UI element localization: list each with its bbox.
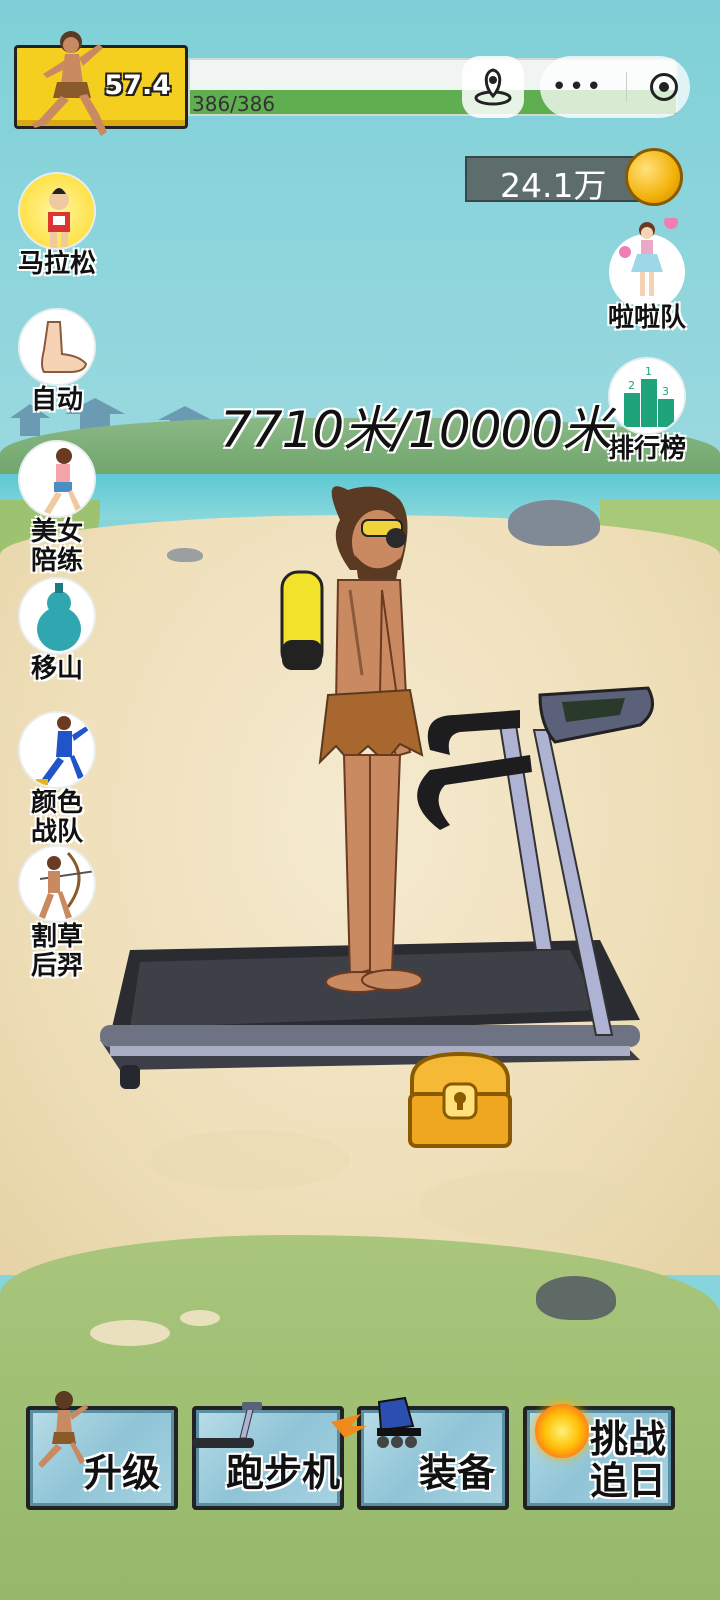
gold-coin-icon: [625, 148, 683, 206]
side-button-leaderboard[interactable]: 213 排行榜: [597, 357, 697, 464]
blue-runner-icon: [18, 711, 96, 789]
equipment-label: 装备: [419, 1451, 496, 1495]
svg-text:3: 3: [662, 385, 669, 398]
side-button-cheerleader[interactable]: 啦啦队: [597, 218, 697, 333]
side-label: 颜色战队: [30, 788, 83, 847]
sand-patch: [150, 1130, 350, 1190]
cheerleader-icon: [609, 218, 685, 304]
location-pin-icon: [474, 68, 512, 106]
treadmill-scene: [100, 486, 654, 1089]
caveman-character: [280, 486, 424, 993]
side-label: 美女陪练: [30, 517, 83, 576]
upgrade-button[interactable]: 升级: [26, 1391, 178, 1510]
sun-icon: [535, 1404, 589, 1458]
side-button-girl-partner[interactable]: 美女陪练: [7, 440, 107, 576]
side-label: 割草后羿: [30, 922, 83, 981]
side-button-marathon[interactable]: 马拉松: [7, 172, 107, 279]
equipment-button[interactable]: 装备: [331, 1396, 509, 1510]
side-button-color-team[interactable]: 颜色战队: [7, 711, 107, 847]
chase-sun-label-line2: 追日: [590, 1459, 667, 1503]
distance-progress: 7710米/10000米: [220, 401, 612, 459]
svg-text:1: 1: [645, 365, 652, 378]
coin-amount: 24.1万: [500, 166, 607, 205]
treadmill-button[interactable]: 跑步机: [192, 1402, 344, 1510]
foot-icon: [18, 308, 96, 386]
location-button[interactable]: [462, 56, 524, 118]
sand-patch: [180, 1310, 220, 1326]
caveman-runner-icon: [31, 31, 107, 136]
stamina-text: 386/386: [192, 92, 276, 116]
side-label: 自动: [30, 385, 83, 415]
girl-runner-icon: [18, 440, 96, 518]
side-label: 移山: [30, 654, 83, 684]
chase-sun-button[interactable]: 挑战 追日: [523, 1404, 675, 1510]
treasure-chest-icon[interactable]: [404, 1050, 516, 1152]
treadmill-label: 跑步机: [226, 1451, 341, 1495]
svg-text:2: 2: [628, 379, 635, 392]
upgrade-label: 升级: [84, 1451, 161, 1495]
treadmill-icon: [192, 1402, 262, 1448]
sand-patch: [420, 1170, 640, 1240]
side-label: 啦啦队: [607, 303, 686, 333]
capsule-divider: [626, 72, 628, 102]
speed-value: 57.4: [104, 70, 171, 101]
side-button-auto[interactable]: 自动: [7, 308, 107, 415]
marathon-runner-icon: [18, 172, 96, 250]
side-label: 马拉松: [17, 249, 96, 279]
rock: [536, 1276, 616, 1320]
chase-sun-label-line1: 挑战: [590, 1417, 667, 1461]
speed-panel[interactable]: 57.4: [14, 31, 188, 136]
sand-patch: [90, 1320, 170, 1346]
close-mini-program-icon[interactable]: [650, 73, 679, 101]
gourd-icon: [18, 577, 96, 655]
side-button-archer[interactable]: 割草后羿: [7, 845, 107, 981]
side-label: 排行榜: [607, 434, 686, 464]
archer-icon: [18, 845, 96, 923]
more-options-icon[interactable]: •••: [551, 72, 603, 102]
mini-program-capsule: •••: [540, 56, 690, 118]
side-button-move-mountain[interactable]: 移山: [7, 577, 107, 684]
podium-icon: 213: [608, 357, 686, 435]
roller-skate-icon: [331, 1396, 421, 1448]
